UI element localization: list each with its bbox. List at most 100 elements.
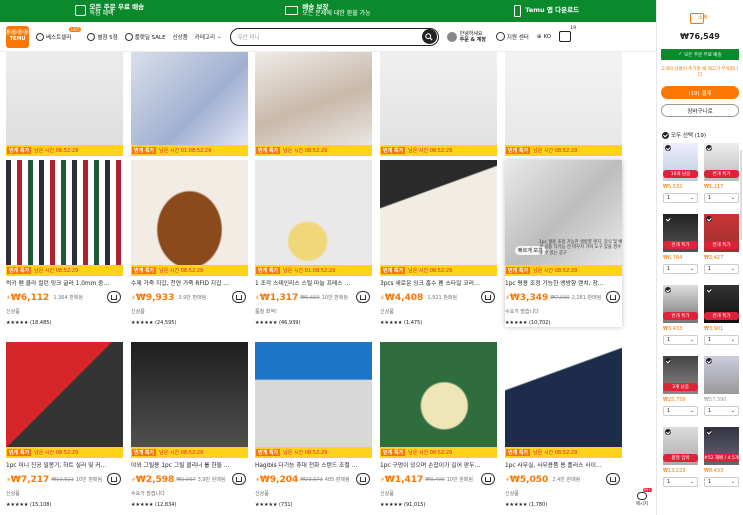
add-to-cart-button[interactable] bbox=[356, 473, 370, 485]
cart-item-image[interactable] bbox=[704, 356, 739, 394]
product-card[interactable]: 번개 특가 남은 시간 08:52:29 수제 가죽 지갑, 천연 가죽 RFI… bbox=[131, 160, 248, 327]
cart-item[interactable]: 번개 특가 ₩6,764 1 ⌄ bbox=[663, 214, 698, 274]
quantity-select[interactable]: 1 ⌄ bbox=[704, 477, 739, 487]
cart-item-image[interactable]: 번개 특가 bbox=[704, 285, 739, 323]
add-to-cart-button[interactable] bbox=[481, 473, 495, 485]
support-center[interactable]: 지원 센터 bbox=[495, 32, 529, 41]
product-title[interactable]: 1pc 평용 조정 가능한 앵방향 렌치, 장… bbox=[505, 280, 622, 288]
quantity-select[interactable]: 1 ⌄ bbox=[704, 406, 739, 416]
quantity-select[interactable]: 1 ⌄ bbox=[704, 264, 739, 274]
product-title[interactable]: 1pc 사무실, 사무용품 용 플러스 사이… bbox=[505, 462, 622, 470]
checkbox-icon[interactable] bbox=[706, 216, 712, 222]
checkbox-icon[interactable] bbox=[706, 145, 712, 151]
quantity-select[interactable]: 1 ⌄ bbox=[663, 335, 698, 345]
product-image[interactable]: 번개 특가 남은 시간 08:52:29 bbox=[380, 160, 497, 276]
product-title[interactable]: 수제 가죽 지갑, 천연 가죽 RFID 지갑 … bbox=[131, 280, 248, 288]
product-image[interactable]: 번개 특가 남은 시간 08:52:29 bbox=[255, 342, 372, 458]
add-to-cart-button[interactable] bbox=[606, 473, 620, 485]
product-title[interactable]: 1pc 미니 진공 밀봉기, 하트 실러 및 커… bbox=[6, 462, 123, 470]
banner-free-shipping[interactable]: 모든 주문 무료 배송 독점 혜택 bbox=[0, 3, 219, 18]
cart-item[interactable]: #52 재배 / 4.5개 ₩8,433 1 ⌄ bbox=[704, 427, 739, 487]
product-title[interactable]: 1 조각 스테인리스 스틸 마늘 프레스 … bbox=[255, 280, 372, 288]
banner-app-download[interactable]: Temu 앱 다운로드 bbox=[437, 5, 656, 17]
product-image[interactable]: 번개 특가 남은 시간 01:08:52:29 bbox=[255, 160, 372, 276]
checkbox-icon[interactable] bbox=[665, 216, 671, 222]
quantity-select[interactable]: 1 ⌄ bbox=[704, 193, 739, 203]
cart-item-image[interactable]: 3개 남음 bbox=[663, 356, 698, 394]
product-image[interactable]: 번개 특가 남은 시간 08:52:29 bbox=[505, 52, 622, 156]
nav-five-star[interactable]: 별점 5점 bbox=[87, 32, 118, 41]
product-image[interactable]: 번개 특가 남은 시간 08:52:29 bbox=[131, 342, 248, 458]
cart-button[interactable]: 19 bbox=[559, 26, 576, 42]
product-image[interactable]: 번개 특가 남은 시간 08:52:29 bbox=[380, 52, 497, 156]
product-image[interactable]: 번개 특가 남은 시간 01:08:52:29 bbox=[131, 52, 248, 156]
nav-category[interactable]: 카테고리 ⌄ bbox=[195, 33, 222, 41]
checkbox-icon[interactable] bbox=[665, 145, 671, 151]
add-to-cart-button[interactable] bbox=[232, 291, 246, 303]
cart-item[interactable]: 번개 특가 ₩3,901 1 ⌄ bbox=[704, 285, 739, 345]
product-image[interactable]: 번개 특가 남은 시간 08:52:29 bbox=[255, 52, 372, 156]
quantity-select[interactable]: 1 ⌄ bbox=[663, 264, 698, 274]
product-image[interactable]: 번개 특가 남은 시간 08:52:29 bbox=[6, 160, 123, 276]
quantity-select[interactable]: 1 ⌄ bbox=[704, 335, 739, 345]
sidebar-scrollbar[interactable] bbox=[740, 150, 742, 240]
chat-button[interactable]: 99+ 메시지 bbox=[631, 486, 653, 512]
search-input[interactable]: 우산 미니 bbox=[238, 33, 260, 41]
checkbox-icon[interactable] bbox=[706, 358, 712, 364]
product-title[interactable]: 3pcs 새로운 잉크 흡수 펜 스타일 코러… bbox=[380, 280, 497, 288]
language-selector[interactable]: ⊕ KO bbox=[537, 34, 551, 40]
select-all-checkbox[interactable]: 모두 선택 (19) bbox=[662, 131, 706, 139]
cart-item[interactable]: 번개 특가 ₩2,427 1 ⌄ bbox=[704, 214, 739, 274]
quantity-select[interactable]: 1 ⌄ bbox=[663, 477, 698, 487]
cart-item[interactable]: 번개 특가 ₩1,217 1 ⌄ bbox=[704, 143, 739, 203]
cart-item[interactable]: 번개 특가 ₩3,433 1 ⌄ bbox=[663, 285, 698, 345]
add-to-cart-button[interactable] bbox=[232, 473, 246, 485]
cart-item-image[interactable]: 번개 특가 bbox=[663, 285, 698, 323]
cart-item-image[interactable]: 품절 임박 bbox=[663, 427, 698, 465]
nav-flat-deal[interactable]: 플랫딜 SALE bbox=[124, 32, 166, 41]
product-image[interactable]: 번개 특가 남은 시간 08:52:29 bbox=[131, 160, 248, 276]
search-button[interactable] bbox=[421, 29, 437, 44]
checkbox-icon[interactable] bbox=[706, 287, 712, 293]
cart-item[interactable]: 품절 임박 ₩13,223 1 ⌄ bbox=[663, 427, 698, 487]
product-image[interactable]: 번개 특가 남은 시간 08:52:29 bbox=[6, 342, 123, 458]
product-card[interactable]: 번개 특가 남은 시간 08:52:29 Hagibis 다기능 휴대 전화 스… bbox=[255, 342, 372, 509]
cart-item-image[interactable]: 번개 특가 bbox=[704, 143, 739, 181]
add-to-cart-button[interactable] bbox=[481, 291, 495, 303]
go-to-cart-button[interactable]: 장바구니로 bbox=[661, 104, 739, 117]
product-image[interactable]: 번개 특가 남은 시간 08:52:29 bbox=[505, 342, 622, 458]
product-card[interactable]: 번개 특가 남은 시간 08:52:29 빠르게 보기 1pc 평용 조정 가능한… bbox=[505, 160, 622, 327]
product-image[interactable]: 번개 특가 남은 시간 08:52:29 bbox=[6, 52, 123, 156]
temu-logo[interactable]: ⒽⒽⒽⒽ TEMU bbox=[6, 25, 29, 48]
checkbox-icon[interactable] bbox=[665, 429, 671, 435]
product-card[interactable]: 번개 특가 남은 시간 08:52:29 1pc 미니 진공 밀봉기, 하트 실… bbox=[6, 342, 123, 509]
product-card[interactable]: 번개 특가 남은 시간 08:52:29 3pcs 새로운 잉크 흡수 펜 스타… bbox=[380, 160, 497, 327]
product-title[interactable]: Hagibis 다기능 휴대 전화 스탠드 조절 … bbox=[255, 462, 372, 470]
cart-item[interactable]: 3개 남음 ₩25,759 1 ⌄ bbox=[663, 356, 698, 416]
add-to-cart-button[interactable] bbox=[107, 291, 121, 303]
account-menu[interactable]: 안녕하세요 주문 & 계정 bbox=[446, 31, 486, 43]
product-card[interactable]: 번개 특가 남은 시간 08:52:29 1pc 사무실, 사무용품 용 플러스… bbox=[505, 342, 622, 509]
checkbox-icon[interactable] bbox=[706, 429, 712, 435]
cart-item-image[interactable]: 번개 특가 bbox=[663, 214, 698, 252]
checkbox-icon[interactable] bbox=[665, 358, 671, 364]
product-title[interactable]: 럭키 펜 클라 컬런 밍크 글러 1.0mm 중… bbox=[6, 280, 123, 288]
quantity-select[interactable]: 1 ⌄ bbox=[663, 406, 698, 416]
product-image[interactable]: 번개 특가 남은 시간 08:52:29 빠르게 보기 1pc 평용 조정 가능한… bbox=[505, 160, 622, 276]
add-to-cart-button[interactable] bbox=[356, 291, 370, 303]
product-card[interactable]: 번개 특가 남은 시간 08:52:29 야외 그릴용 1pc 그릴 클리너 롤… bbox=[131, 342, 248, 509]
add-to-cart-button[interactable] bbox=[107, 473, 121, 485]
cart-item-image[interactable]: 번개 특가 bbox=[704, 214, 739, 252]
cart-item-image[interactable]: 10개 남음 bbox=[663, 143, 698, 181]
cart-item[interactable]: 10개 남음 ₩5,532 1 ⌄ bbox=[663, 143, 698, 203]
cart-item-image[interactable]: #52 재배 / 4.5개 bbox=[704, 427, 739, 465]
add-to-cart-button[interactable] bbox=[606, 291, 620, 303]
banner-delivery-guarantee[interactable]: 배송 보장 모든 문제에 대한 환불 가능 bbox=[219, 3, 438, 18]
product-card[interactable]: 번개 특가 남은 시간 08:52:29 1pc 구멍이 있으며 손잡이가 길어… bbox=[380, 342, 497, 509]
cart-item[interactable]: ₩57,390 1 ⌄ bbox=[704, 356, 739, 416]
product-title[interactable]: 야외 그릴용 1pc 그릴 클리너 롤 한들 … bbox=[131, 462, 248, 470]
nav-new[interactable]: 신상품 bbox=[173, 33, 188, 41]
nav-bestsellers[interactable]: 베스트셀러 HOT bbox=[36, 26, 82, 41]
quantity-select[interactable]: 1 ⌄ bbox=[663, 193, 698, 203]
checkbox-icon[interactable] bbox=[665, 287, 671, 293]
